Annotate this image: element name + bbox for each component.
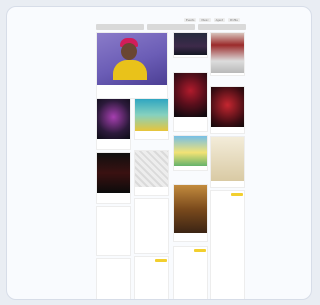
event-poster xyxy=(135,99,168,131)
event-poster xyxy=(97,153,130,193)
event-badge xyxy=(155,259,167,262)
event-card[interactable] xyxy=(173,32,208,58)
filter-1[interactable] xyxy=(96,24,144,30)
nav-agent[interactable]: Agent xyxy=(213,18,225,22)
filter-2[interactable] xyxy=(147,24,195,30)
event-poster xyxy=(211,137,244,181)
event-card[interactable] xyxy=(173,135,208,171)
event-card[interactable] xyxy=(210,190,245,299)
event-poster xyxy=(174,73,207,117)
event-card[interactable] xyxy=(96,258,131,299)
event-poster xyxy=(97,99,130,139)
event-card[interactable] xyxy=(210,32,245,76)
event-card[interactable] xyxy=(134,256,169,299)
event-card[interactable] xyxy=(96,152,131,204)
nav-music[interactable]: Music xyxy=(199,18,211,22)
filter-3[interactable] xyxy=(198,24,246,30)
event-poster xyxy=(174,185,207,233)
event-card[interactable] xyxy=(96,206,131,256)
event-poster xyxy=(135,151,168,187)
top-nav: Events Music Agent Profile xyxy=(184,18,240,22)
event-card[interactable] xyxy=(210,136,245,188)
nav-events[interactable]: Events xyxy=(184,18,197,22)
filter-bar xyxy=(96,24,246,30)
event-poster xyxy=(174,33,207,55)
event-card[interactable] xyxy=(134,98,169,140)
event-card[interactable] xyxy=(173,246,208,299)
event-card[interactable] xyxy=(173,184,208,242)
nav-profile[interactable]: Profile xyxy=(228,18,240,22)
event-card[interactable] xyxy=(134,150,169,196)
event-card[interactable] xyxy=(134,198,169,254)
event-badge xyxy=(231,193,243,196)
event-poster xyxy=(97,33,167,85)
event-card[interactable] xyxy=(210,86,245,134)
event-badge xyxy=(194,249,206,252)
event-card[interactable] xyxy=(173,72,208,132)
event-poster xyxy=(211,87,244,127)
browser-window: Events Music Agent Profile xyxy=(6,6,312,300)
event-card[interactable] xyxy=(96,32,168,99)
event-feed xyxy=(96,32,246,299)
event-poster xyxy=(174,136,207,166)
event-card[interactable] xyxy=(96,98,131,150)
event-poster xyxy=(211,33,244,73)
